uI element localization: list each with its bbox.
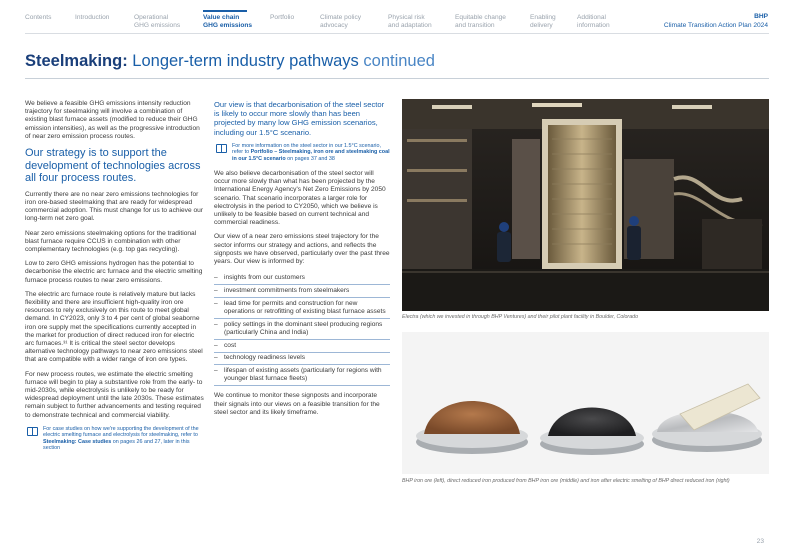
nav-introduction[interactable]: Introduction	[75, 14, 109, 22]
nav-contents[interactable]: Contents	[25, 14, 51, 22]
title-sub: Longer-term industry pathways	[127, 52, 359, 70]
paragraph-monitor: We continue to monitor these signposts a…	[214, 392, 380, 416]
list-item: lead time for permits and construction f…	[214, 298, 390, 319]
pilot-plant-photo	[402, 99, 769, 311]
view-callout: Our view is that decarbonisation of the …	[214, 100, 385, 137]
paragraph-signposts: Our view of a near zero emissions steel …	[214, 233, 390, 266]
ref-link-case-studies[interactable]: Steelmaking: Case studies	[43, 439, 111, 445]
nav-equitable-change[interactable]: Equitable change and transition	[455, 14, 506, 30]
signpost-list: insights from our customers investment c…	[214, 272, 390, 387]
scenario-reference[interactable]: For more information on the steel sector…	[216, 143, 390, 162]
strategy-callout: Our strategy is to support the developme…	[25, 147, 201, 185]
paragraph-hydrogen: Low to zero GHG emissions hydrogen has t…	[25, 260, 203, 284]
page-title: Steelmaking: Longer-term industry pathwa…	[25, 52, 435, 71]
nav-enabling-delivery[interactable]: Enabling delivery	[530, 14, 556, 30]
list-item: cost	[214, 340, 390, 353]
iron-samples-caption: BHP iron ore (left), direct reduced iron…	[402, 478, 730, 484]
paragraph-iea: We also believe decarbonisation of the s…	[214, 170, 386, 227]
brand-name: BHP	[754, 13, 768, 20]
nav-operational-ghg[interactable]: Operational GHG emissions	[134, 14, 180, 30]
list-item: technology readiness levels	[214, 353, 390, 366]
active-indicator	[203, 10, 247, 12]
paragraph-intro: We believe a feasible GHG emissions inte…	[25, 100, 200, 140]
ref-text-a: For case studies on how we're supporting…	[43, 425, 199, 439]
text-column-middle: Our view is that decarbonisation of the …	[214, 100, 390, 423]
paragraph-blast-furnace: Near zero emissions steelmaking options …	[25, 229, 197, 254]
nav-portfolio[interactable]: Portfolio	[270, 14, 294, 22]
report-identity: BHP Climate Transition Action Plan 2024	[664, 12, 768, 30]
text-column-left: We believe a feasible GHG emissions inte…	[25, 100, 205, 460]
top-navigation: Contents Introduction Operational GHG em…	[0, 0, 790, 36]
iron-samples-photo	[402, 332, 769, 474]
case-studies-reference[interactable]: For case studies on how we're supporting…	[27, 426, 205, 452]
scenario-reference-text: For more information on the steel sector…	[232, 143, 390, 162]
nav-additional-information[interactable]: Additional information	[577, 14, 610, 30]
paragraph-electric-arc: The electric arc furnace route is relati…	[25, 290, 203, 364]
page-number: 23	[756, 538, 764, 545]
title-divider	[25, 78, 769, 79]
list-item: lifespan of existing assets (particularl…	[214, 365, 390, 387]
paragraph-no-technology: Currently there are no near zero emissio…	[25, 190, 203, 223]
list-item: insights from our customers	[214, 272, 390, 286]
nav-divider	[25, 33, 769, 34]
case-studies-reference-text: For case studies on how we're supporting…	[43, 426, 205, 452]
nav-value-chain-label: Value chain GHG emissions	[203, 14, 253, 29]
list-item: policy settings in the dominant steel pr…	[214, 319, 390, 340]
paragraph-new-routes: For new process routes, we estimate the …	[25, 370, 204, 419]
title-main: Steelmaking:	[25, 52, 128, 70]
list-item: investment commitments from steelmakers	[214, 285, 390, 298]
book-icon	[27, 426, 38, 436]
ref-text-c: on pages 37 and 38	[285, 155, 335, 162]
report-title: Climate Transition Action Plan 2024	[663, 22, 768, 29]
pilot-plant-illustration	[402, 99, 769, 311]
pilot-plant-caption: Electra (which we invested in through BH…	[402, 314, 639, 320]
nav-climate-policy[interactable]: Climate policy advocacy	[320, 14, 361, 30]
book-icon	[216, 143, 227, 153]
iron-samples-illustration	[402, 332, 769, 474]
nav-physical-risk[interactable]: Physical risk and adaptation	[388, 14, 432, 30]
nav-value-chain-ghg[interactable]: Value chain GHG emissions	[203, 10, 253, 30]
title-suffix: continued	[358, 52, 435, 70]
